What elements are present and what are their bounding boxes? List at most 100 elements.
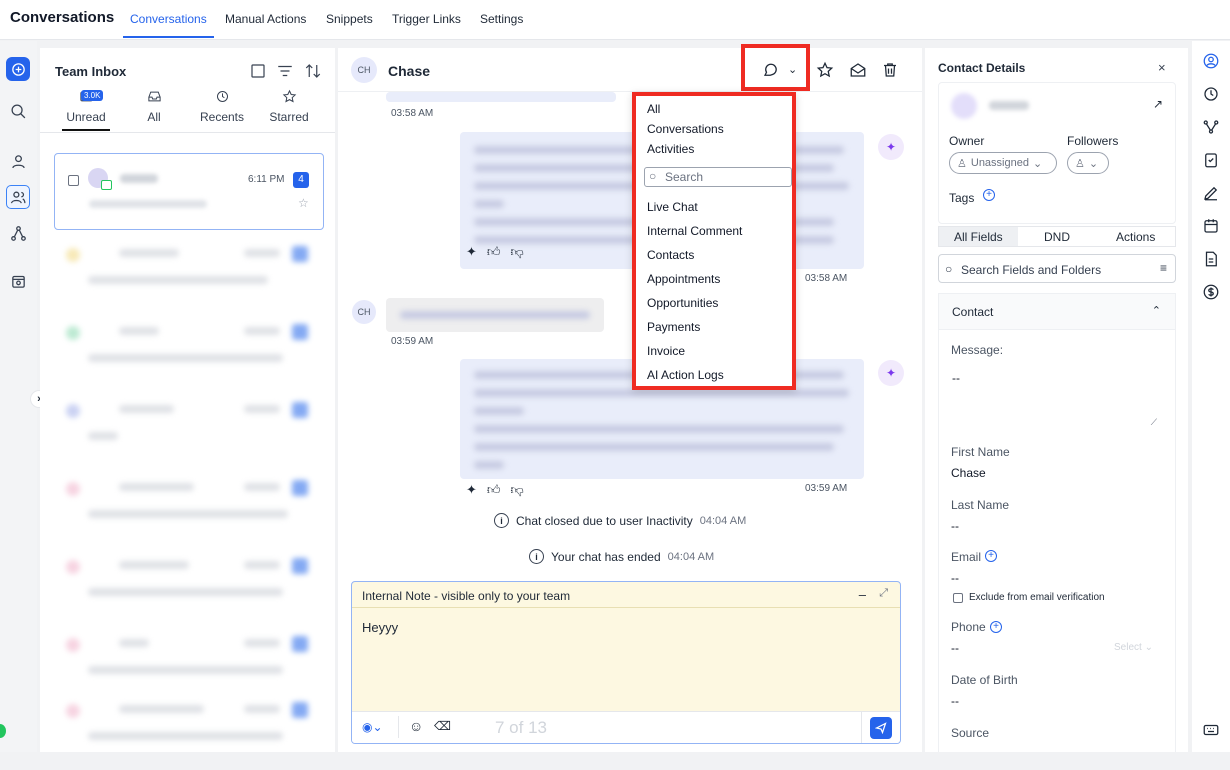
emoji-icon[interactable]: ☺ (409, 718, 423, 734)
filter-icon[interactable] (276, 62, 294, 80)
contact-details-panel: Contact Details × ↗ Owner Followers ♙ Una… (925, 48, 1188, 752)
exclude-email-checkbox[interactable] (953, 593, 963, 603)
composer-header: Internal Note - visible only to your tea… (352, 582, 900, 608)
new-conversation-button[interactable] (6, 57, 30, 81)
email-value[interactable]: -- (951, 571, 959, 585)
system-message-time: 04:04 AM (699, 514, 747, 527)
dropdown-option-activities[interactable]: Activities (647, 142, 694, 156)
message-composer[interactable]: Internal Note - visible only to your tea… (351, 581, 901, 744)
payment-dollar-icon[interactable] (1202, 283, 1220, 301)
dob-value[interactable]: -- (951, 694, 959, 708)
add-email-icon[interactable]: + (985, 550, 997, 562)
resize-handle-icon[interactable]: ⟋ (1151, 417, 1157, 428)
tasks-icon[interactable] (1202, 151, 1220, 169)
followers-label: Followers (1067, 134, 1119, 148)
tab-conversations[interactable]: Conversations (123, 12, 214, 38)
workflow-icon[interactable] (6, 221, 30, 245)
dropdown-search-input[interactable]: ○ Search (644, 167, 792, 187)
tab-snippets[interactable]: Snippets (326, 12, 373, 26)
list-item[interactable] (54, 630, 324, 704)
list-item[interactable] (54, 552, 324, 626)
close-icon[interactable]: × (1158, 60, 1166, 75)
tab-manual-actions[interactable]: Manual Actions (225, 12, 306, 26)
dropdown-option-opportunities[interactable]: Opportunities (647, 296, 718, 310)
owner-select[interactable]: ♙ Unassigned ⌄ (949, 152, 1057, 174)
fields-search-input[interactable]: ○ Search Fields and Folders ≡ (938, 254, 1176, 283)
dropdown-option-ai-action-logs[interactable]: AI Action Logs (647, 368, 724, 382)
expand-icon[interactable]: ⤢ (879, 587, 888, 600)
add-phone-icon[interactable]: + (990, 621, 1002, 633)
conversation-checkbox[interactable] (68, 175, 79, 186)
dropdown-option-internal-comment[interactable]: Internal Comment (647, 224, 742, 238)
trash-icon[interactable] (881, 61, 899, 79)
star-icon[interactable]: ☆ (298, 196, 309, 210)
dropdown-option-invoice[interactable]: Invoice (647, 344, 685, 358)
phone-value[interactable]: -- (951, 641, 959, 655)
tab-dnd[interactable]: DND (1018, 227, 1097, 246)
dropdown-option-all[interactable]: All (647, 102, 660, 116)
list-item[interactable] (54, 696, 324, 770)
user-icon: ♙ (957, 157, 967, 170)
dropdown-option-payments[interactable]: Payments (647, 320, 700, 334)
select-all-checkbox-icon[interactable] (249, 62, 267, 80)
mark-read-icon[interactable] (849, 61, 867, 79)
avatar (951, 93, 977, 119)
search-icon[interactable] (6, 99, 30, 123)
system-message-text: Chat closed due to user Inactivity (516, 513, 693, 528)
search-icon: ○ (649, 169, 657, 183)
section-header[interactable]: Contact ⌃ (939, 294, 1175, 330)
tab-starred[interactable]: Starred (259, 86, 319, 124)
team-inbox-icon[interactable] (6, 185, 30, 209)
sort-icon[interactable] (304, 62, 322, 80)
dropdown-option-conversations[interactable]: Conversations (647, 122, 724, 136)
external-link-icon[interactable]: ↗ (1153, 97, 1163, 111)
tab-actions[interactable]: Actions (1096, 227, 1175, 246)
conversation-item-selected[interactable]: 6:11 PM 4 ☆ (54, 153, 324, 230)
list-item[interactable] (54, 318, 324, 392)
followers-select[interactable]: ♙ ⌄ (1067, 152, 1109, 174)
clear-icon[interactable]: ⌫ (434, 719, 451, 733)
tab-settings[interactable]: Settings (480, 12, 523, 26)
dropdown-option-contacts[interactable]: Contacts (647, 248, 694, 262)
list-item[interactable] (54, 240, 324, 314)
message-time: 03:59 AM (805, 483, 848, 494)
visibility-eye-icon[interactable]: ◉⌄ (362, 720, 383, 734)
last-name-value[interactable]: -- (951, 519, 959, 533)
toolbar-divider (861, 712, 862, 743)
first-name-value[interactable]: Chase (951, 466, 986, 480)
user-icon[interactable] (6, 149, 30, 173)
add-tag-icon[interactable]: + (983, 189, 995, 201)
dob-label: Date of Birth (951, 673, 1018, 687)
tab-unread-label: Unread (66, 110, 106, 124)
list-item[interactable] (54, 396, 324, 470)
ai-bot-icon: ✦ (878, 134, 904, 160)
calendar-icon[interactable] (1202, 217, 1220, 235)
document-icon[interactable] (1202, 250, 1220, 268)
keyboard-icon[interactable] (1202, 721, 1220, 739)
list-item[interactable] (54, 474, 324, 548)
contact-summary-card: ↗ Owner Followers ♙ Unassigned ⌄ ♙ ⌄ Tags + (938, 82, 1176, 224)
filter-icon[interactable]: ≡ (1160, 261, 1167, 275)
dropdown-option-appointments[interactable]: Appointments (647, 272, 720, 286)
tab-trigger-links[interactable]: Trigger Links (392, 12, 461, 26)
chat-header: CH Chase ⌄ (338, 48, 922, 92)
tab-all[interactable]: All (124, 86, 184, 124)
automation-icon[interactable] (1202, 118, 1220, 136)
star-icon[interactable] (816, 61, 834, 79)
history-icon[interactable] (1202, 85, 1220, 103)
tags-label: Tags (949, 191, 975, 205)
message-reactions[interactable]: ✦👍︎👎︎ (466, 244, 534, 260)
minimize-icon[interactable]: – (859, 587, 866, 602)
contact-profile-icon[interactable] (1202, 52, 1220, 70)
dropdown-option-live-chat[interactable]: Live Chat (647, 200, 698, 214)
phone-type-select[interactable]: Select ⌄ (1114, 642, 1153, 653)
notes-pen-icon[interactable] (1202, 184, 1220, 202)
tab-all-fields[interactable]: All Fields (939, 227, 1018, 246)
message-textarea[interactable]: -- ⟋ (951, 368, 1161, 430)
send-button[interactable] (870, 717, 892, 739)
calendar-view-icon[interactable] (6, 269, 30, 293)
right-rail (1192, 41, 1230, 752)
tab-recents[interactable]: Recents (192, 86, 252, 124)
message-reactions[interactable]: ✦👍︎👎︎ (466, 482, 534, 498)
composer-input[interactable]: Heyyy (362, 620, 398, 635)
